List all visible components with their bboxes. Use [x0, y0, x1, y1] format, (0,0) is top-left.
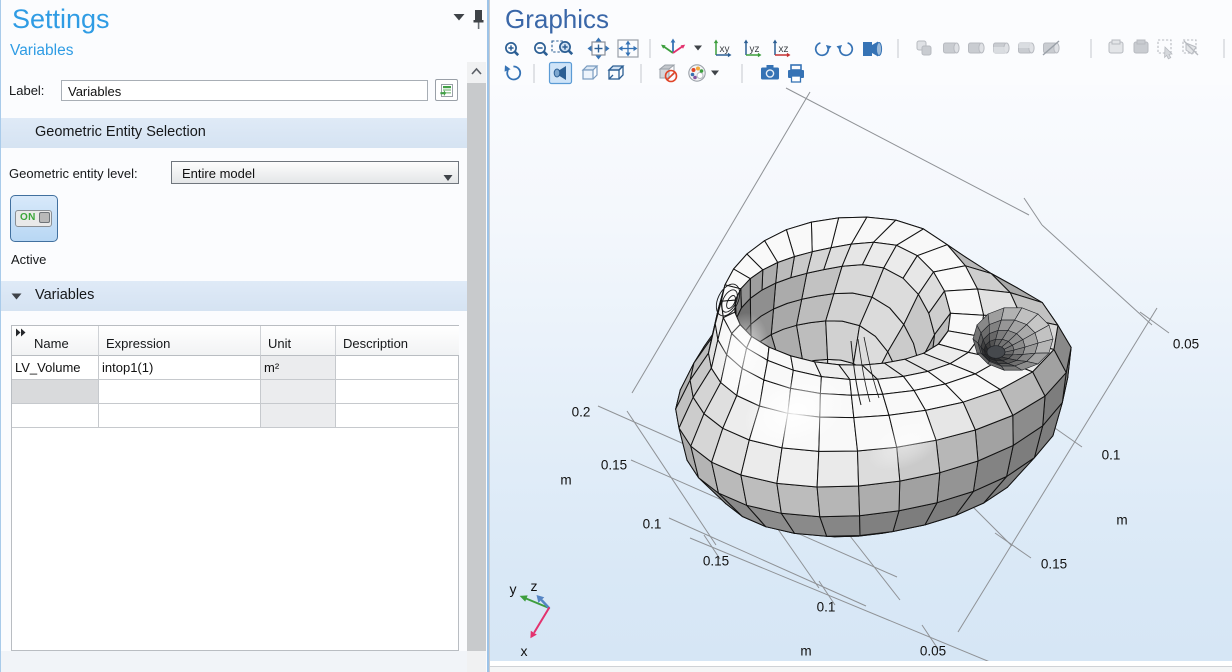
- svg-text:x: x: [521, 643, 528, 659]
- svg-text:z: z: [531, 578, 538, 594]
- svg-text:m: m: [1116, 513, 1127, 528]
- svg-text:xz: xz: [779, 44, 789, 55]
- svg-text:m: m: [560, 473, 571, 488]
- svg-text:0.1: 0.1: [1102, 448, 1121, 463]
- svg-text:yz: yz: [750, 44, 760, 55]
- svg-text:0.1: 0.1: [817, 600, 836, 615]
- svg-text:0.05: 0.05: [920, 644, 946, 659]
- svg-text:0.15: 0.15: [601, 458, 627, 473]
- svg-text:0.2: 0.2: [572, 405, 591, 420]
- svg-text:y: y: [510, 581, 517, 597]
- svg-text:0.15: 0.15: [1041, 557, 1067, 572]
- svg-text:0.1: 0.1: [643, 517, 662, 532]
- svg-text:0.15: 0.15: [703, 554, 729, 569]
- svg-text:m: m: [800, 644, 811, 659]
- svg-text:xy: xy: [720, 44, 730, 55]
- svg-text:0.05: 0.05: [1173, 337, 1199, 352]
